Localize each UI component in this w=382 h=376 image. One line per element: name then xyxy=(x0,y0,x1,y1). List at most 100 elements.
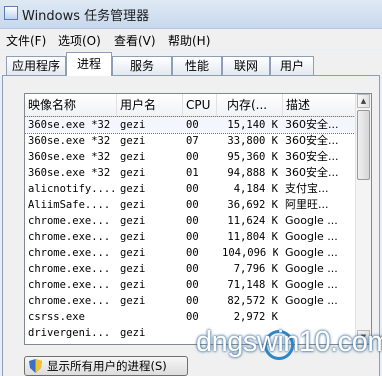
process-name: chrome.exe... xyxy=(28,215,111,227)
process-description: 阿里旺... xyxy=(285,198,329,211)
process-user: gezi xyxy=(120,151,146,163)
show-all-users-button[interactable]: 显示所有用户的进程(S) xyxy=(24,356,188,376)
process-user: gezi xyxy=(120,279,146,291)
table-row[interactable]: chrome.exe... gezi 00 71,148 K Google ... xyxy=(25,277,357,293)
process-memory: 94,888 K xyxy=(227,167,278,179)
menu-bar: 文件(F) 选项(O) 查看(V) 帮助(H) xyxy=(0,29,382,49)
process-user xyxy=(120,309,180,325)
table-row[interactable]: chrome.exe... gezi 00 11,804 K Google ... xyxy=(25,229,357,245)
process-cpu: 01 xyxy=(186,167,199,179)
process-name: drivergeni... xyxy=(28,327,111,339)
tab-services[interactable]: 服务 xyxy=(112,56,172,75)
table-row[interactable]: 360se.exe *32 gezi 01 94,888 K 360安全... xyxy=(25,165,357,181)
table-row[interactable]: 360se.exe *32 gezi 00 95,360 K 360安全... xyxy=(25,149,357,165)
table-row[interactable]: chrome.exe... gezi 00 7,796 K Google ... xyxy=(25,261,357,277)
process-cpu: 00 xyxy=(186,183,199,195)
process-description: 支付宝... xyxy=(285,182,329,195)
process-name: chrome.exe... xyxy=(28,279,111,291)
column-user-name[interactable]: 用户名 xyxy=(117,94,183,116)
process-user: gezi xyxy=(120,295,146,307)
process-name: 360se.exe *32 xyxy=(28,167,111,179)
tab-performance[interactable]: 性能 xyxy=(172,56,222,75)
process-name: chrome.exe... xyxy=(28,295,111,307)
tab-strip: 应用程序 进程 服务 性能 联网 用户 xyxy=(0,50,382,76)
process-name: alicnotify.... xyxy=(28,183,114,195)
process-cpu: 00 xyxy=(186,199,199,211)
process-description: Google ... xyxy=(285,246,338,259)
vertical-scrollbar[interactable]: ▲ ▼ xyxy=(355,94,371,344)
tab-processes[interactable]: 进程 xyxy=(66,52,112,76)
tab-applications[interactable]: 应用程序 xyxy=(6,56,66,75)
process-cpu: 00 xyxy=(186,295,199,307)
process-cpu: 00 xyxy=(186,247,199,259)
menu-file[interactable]: 文件(F) xyxy=(6,32,46,49)
process-user: gezi xyxy=(120,183,146,195)
process-user: gezi xyxy=(120,341,180,344)
process-description: Google ... xyxy=(285,294,338,307)
table-row[interactable]: chrome.exe... gezi 00 104,096 K Google ... xyxy=(25,245,357,261)
menu-options[interactable]: 选项(O) xyxy=(58,32,101,49)
tab-users[interactable]: 用户 xyxy=(270,56,314,75)
process-cpu: 07 xyxy=(186,135,199,147)
table-row[interactable]: csrss.exe 00 2,972 K xyxy=(25,309,357,325)
scroll-up-icon[interactable]: ▲ xyxy=(357,94,370,108)
process-cpu: 00 xyxy=(186,215,199,227)
table-row[interactable]: AliimSafe.... gezi 00 36,692 K 阿里旺... xyxy=(25,197,357,213)
process-description: 360安全... xyxy=(285,134,339,147)
tab-networking[interactable]: 联网 xyxy=(222,56,270,75)
process-cpu: 00 xyxy=(186,231,199,243)
process-user: gezi xyxy=(120,119,146,131)
process-description: Google ... xyxy=(285,230,338,243)
process-description: Google ... xyxy=(285,262,338,275)
process-memory: 11,804 K xyxy=(227,231,278,243)
process-name: AliimSafe.... xyxy=(28,199,111,211)
show-all-users-label: 显示所有用户的进程(S) xyxy=(47,359,167,373)
process-cpu: 00 xyxy=(186,311,199,323)
process-memory: 33,800 K xyxy=(227,135,278,147)
table-row[interactable]: chrome.exe... gezi 00 82,572 K Google ... xyxy=(25,293,357,309)
scroll-thumb[interactable] xyxy=(357,110,370,180)
process-description xyxy=(285,309,357,325)
process-name: chrome.exe... xyxy=(28,247,111,259)
process-memory: 82,572 K xyxy=(227,295,278,307)
process-memory: 7,796 K xyxy=(233,263,278,275)
list-header: 映像名称 用户名 CPU 内存(... 描述 xyxy=(25,94,357,117)
column-cpu[interactable]: CPU xyxy=(183,94,217,116)
process-description: Google ... xyxy=(285,278,338,291)
process-list[interactable]: 映像名称 用户名 CPU 内存(... 描述 360se.exe *32 gezi… xyxy=(24,93,372,345)
process-user: gezi xyxy=(120,263,146,275)
menu-help[interactable]: 帮助(H) xyxy=(168,32,210,49)
process-name: 360se.exe *32 xyxy=(28,119,111,131)
process-memory: 15,140 K xyxy=(227,119,278,131)
process-name: 360se.exe *32 xyxy=(28,135,111,147)
process-cpu: 00 xyxy=(186,263,199,275)
process-user: gezi xyxy=(120,215,146,227)
process-memory: 11,624 K xyxy=(227,215,278,227)
title-bar: Windows 任务管理器 xyxy=(0,0,382,29)
column-description[interactable]: 描述 xyxy=(283,94,357,116)
process-name: chrome.exe... xyxy=(28,263,111,275)
table-row[interactable]: 360se.exe *32 gezi 07 33,800 K 360安全... xyxy=(25,133,357,149)
process-user: gezi xyxy=(120,135,146,147)
table-row[interactable]: 360se.exe *32 gezi 00 15,140 K 360安全... xyxy=(25,116,358,134)
watermark-text: dngswin10.com xyxy=(196,326,382,358)
task-manager-icon xyxy=(4,6,18,20)
process-cpu: 00 xyxy=(186,119,199,131)
column-image-name[interactable]: 映像名称 xyxy=(25,94,117,116)
process-description: 360安全... xyxy=(285,150,339,163)
table-row[interactable]: chrome.exe... gezi 00 11,624 K Google ... xyxy=(25,213,357,229)
process-description: 360安全... xyxy=(285,166,339,179)
process-name: 360se.exe *32 xyxy=(28,151,111,163)
process-name: dwm.exe xyxy=(28,341,114,344)
process-memory: 71,148 K xyxy=(227,279,278,291)
process-cpu: 00 xyxy=(186,279,199,291)
table-row[interactable]: alicnotify.... gezi 00 4,184 K 支付宝... xyxy=(25,181,357,197)
process-description: Google ... xyxy=(285,214,338,227)
menu-view[interactable]: 查看(V) xyxy=(114,32,156,49)
process-user: gezi xyxy=(120,167,146,179)
column-memory[interactable]: 内存(... xyxy=(217,94,283,116)
process-memory: 95,360 K xyxy=(227,151,278,163)
process-user: gezi xyxy=(120,327,146,339)
process-user: gezi xyxy=(120,247,146,259)
process-memory: 4,184 K xyxy=(233,183,278,195)
